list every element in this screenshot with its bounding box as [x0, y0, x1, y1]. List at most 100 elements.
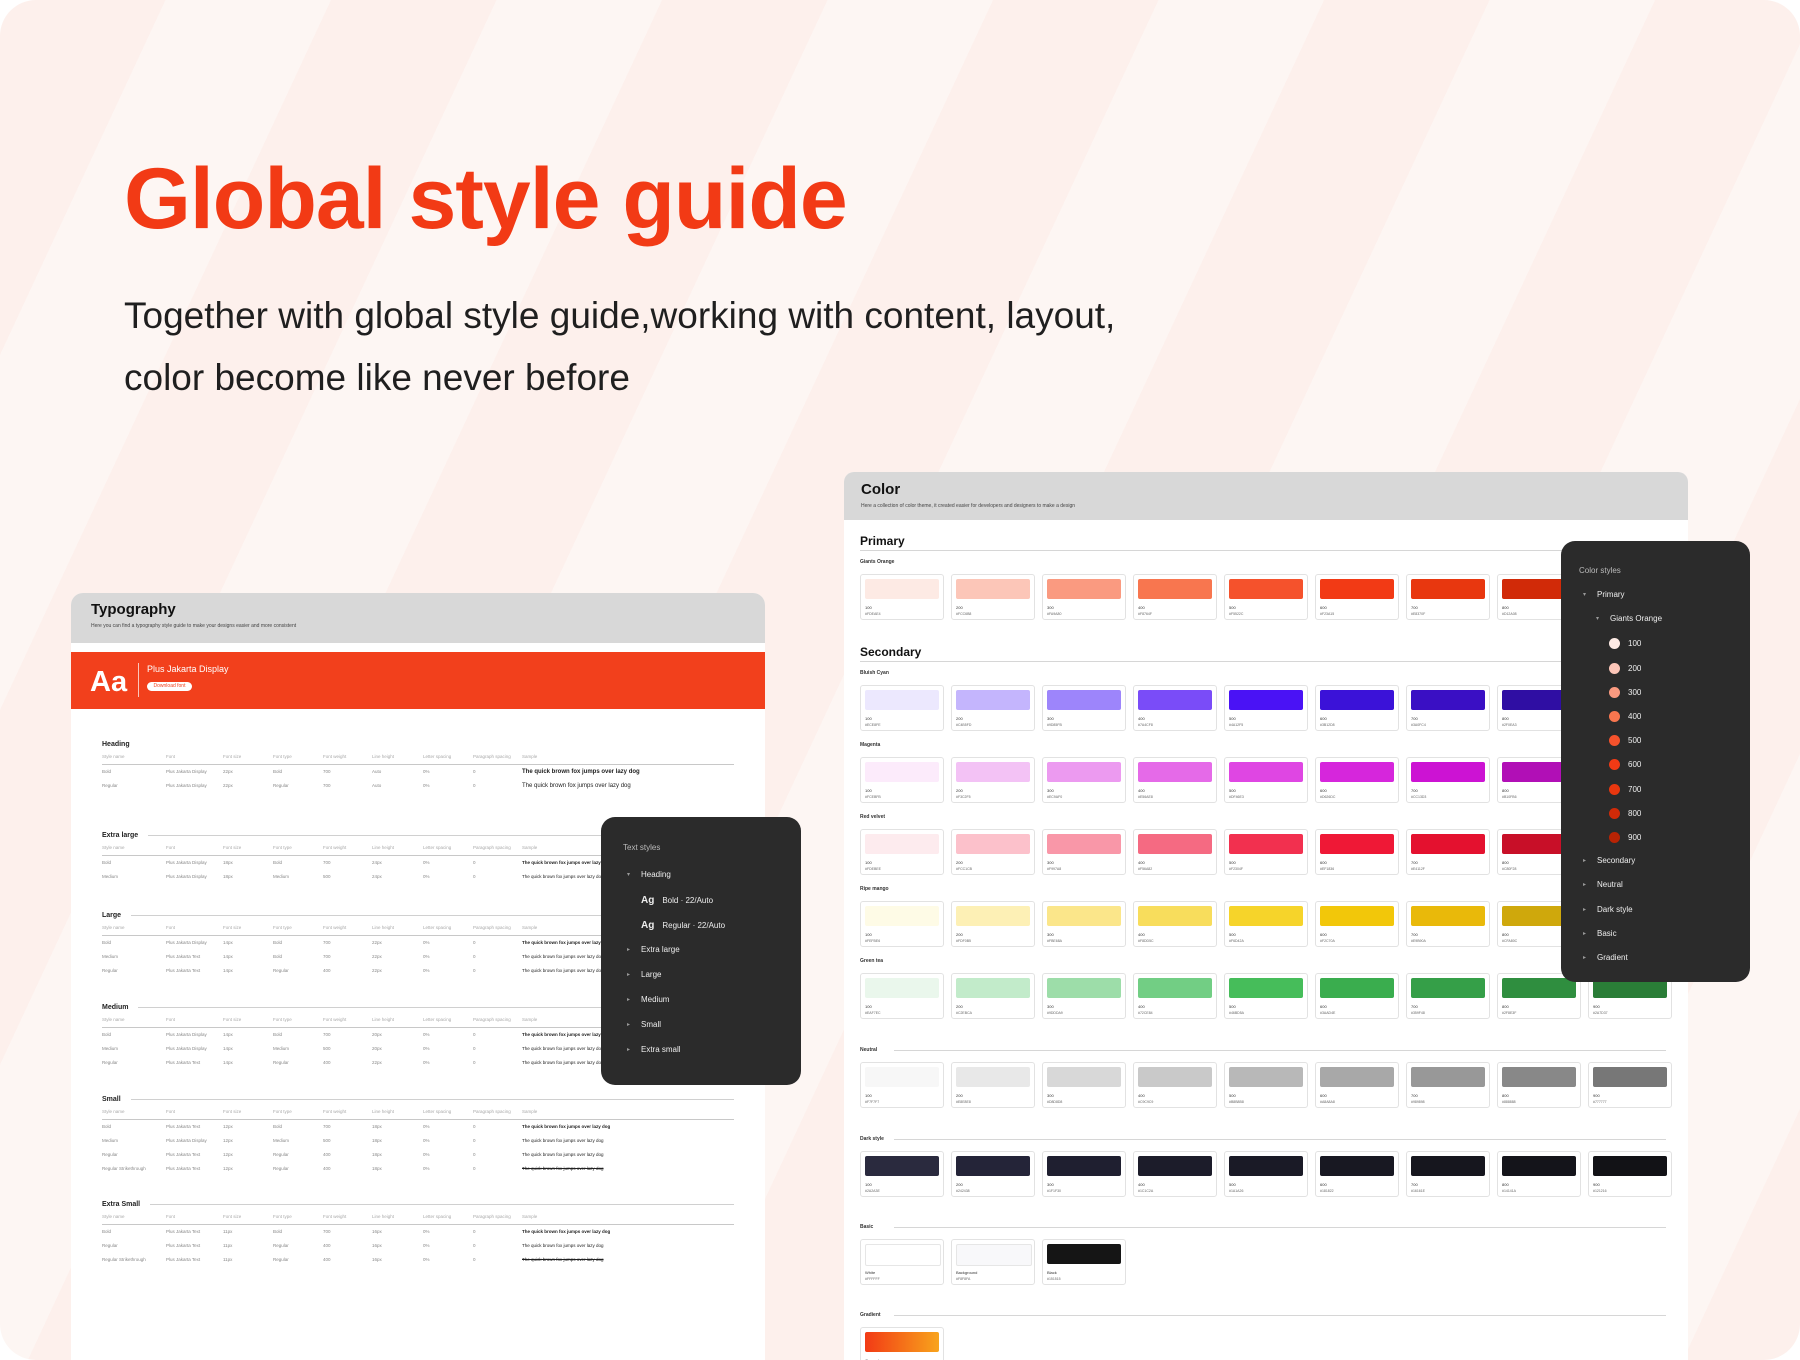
color-swatch: [1047, 834, 1121, 854]
color-style-item[interactable]: 900: [1609, 832, 1641, 843]
color-style-item[interactable]: 600: [1609, 759, 1641, 771]
table-row: Regular Strikethrough Plus Jakarta Text 12…: [102, 1162, 734, 1176]
color-swatch-card[interactable]: Black #151515: [1042, 1239, 1126, 1285]
color-swatch-card[interactable]: 400 #C9C9C9: [1133, 1062, 1217, 1108]
color-swatch: [1138, 1156, 1212, 1176]
color-style-item[interactable]: ▸ Basic: [1583, 929, 1617, 938]
color-swatch-card[interactable]: 100 #ECE8FE: [860, 685, 944, 731]
download-font-button[interactable]: Download font: [147, 682, 192, 691]
color-swatch-card[interactable]: 200 #242438: [951, 1151, 1035, 1197]
swatch-dot: [1609, 759, 1620, 771]
color-swatch-card[interactable]: 100 #FDEAE4: [860, 574, 944, 620]
color-swatch-card[interactable]: 500 #1A1A26: [1224, 1151, 1308, 1197]
color-swatch-card[interactable]: 800 #14141A: [1497, 1151, 1581, 1197]
color-swatch-card[interactable]: 700 #3A0FC4: [1406, 685, 1490, 731]
color-swatch-card[interactable]: 100 #EAF7EC: [860, 973, 944, 1019]
color-swatch-card[interactable]: 400 #E56AE8: [1133, 757, 1217, 803]
color-swatch-card[interactable]: Background #F8F8FA: [951, 1239, 1035, 1285]
color-swatch-card[interactable]: Orangeburn#F23A15: [860, 1327, 944, 1360]
color-swatch-card[interactable]: 300 #9DDDA9: [1042, 973, 1126, 1019]
color-swatch-card[interactable]: 100 #FCEBFB: [860, 757, 944, 803]
color-swatch-card[interactable]: 600 #F2C70A: [1315, 901, 1399, 947]
color-group-label: Bluish Cyan: [860, 670, 889, 676]
text-style-item[interactable]: Ag Regular · 22/Auto: [641, 920, 725, 931]
color-swatch-card[interactable]: 200 #FCC6B8: [951, 574, 1035, 620]
color-swatch-card[interactable]: 200 #C4B5FD: [951, 685, 1035, 731]
color-style-item[interactable]: 300: [1609, 686, 1641, 698]
color-swatch-card[interactable]: 200 #FCC1CB: [951, 829, 1035, 875]
color-swatch-card[interactable]: 300 #F997A8: [1042, 829, 1126, 875]
color-swatch-card[interactable]: 200 #E8E8E8: [951, 1062, 1035, 1108]
color-swatch-card[interactable]: 600 #3B12D8: [1315, 685, 1399, 731]
color-style-item[interactable]: ▾ Primary: [1583, 590, 1625, 599]
color-swatch-card[interactable]: 700 #359F48: [1406, 973, 1490, 1019]
color-swatch-card[interactable]: 100 #F7F7F7: [860, 1062, 944, 1108]
swatch-step: 800: [1502, 1182, 1509, 1187]
color-swatch-card[interactable]: 400 #1C1C2A: [1133, 1151, 1217, 1197]
text-style-item[interactable]: ▸ Large: [627, 970, 661, 979]
color-style-item[interactable]: 700: [1609, 783, 1641, 795]
color-swatch-card[interactable]: 300 #1F1F30: [1042, 1151, 1126, 1197]
swatch-hex: #CC13D3: [1411, 795, 1427, 799]
color-swatch-card[interactable]: 600 #3AAD4E: [1315, 973, 1399, 1019]
color-swatch-card[interactable]: 700 #E8370F: [1406, 574, 1490, 620]
color-swatch-card[interactable]: 500 #46BD5A: [1224, 973, 1308, 1019]
color-swatch-card[interactable]: White #FFFFFF: [860, 1239, 944, 1285]
color-swatch-card[interactable]: 700 #E9B90A: [1406, 901, 1490, 947]
color-swatch-card[interactable]: 400 #72CE84: [1133, 973, 1217, 1019]
color-swatch-card[interactable]: 200 #FDF0B5: [951, 901, 1035, 947]
color-swatch-card[interactable]: 500 #DF46E3: [1224, 757, 1308, 803]
color-swatch-card[interactable]: 300 #FA9A80: [1042, 574, 1126, 620]
color-swatch-card[interactable]: 100 #FEFBE6: [860, 901, 944, 947]
color-style-item[interactable]: 500: [1609, 735, 1641, 747]
color-swatch-card[interactable]: 600 #EF1836: [1315, 829, 1399, 875]
color-swatch-card[interactable]: 300 #D8D8D8: [1042, 1062, 1126, 1108]
color-swatch-card[interactable]: 500 #F6D42A: [1224, 901, 1308, 947]
text-style-item[interactable]: ▸ Extra large: [627, 945, 680, 954]
color-swatch-card[interactable]: 500 #F2304F: [1224, 829, 1308, 875]
color-swatch-card[interactable]: 800 #888888: [1497, 1062, 1581, 1108]
color-style-item[interactable]: 100: [1609, 638, 1641, 650]
color-style-item[interactable]: ▾ Giants Orange: [1596, 614, 1662, 623]
color-style-item[interactable]: 800: [1609, 807, 1641, 819]
color-swatch-card[interactable]: 700 #16161E: [1406, 1151, 1490, 1197]
text-style-item[interactable]: ▾ Heading: [627, 870, 671, 879]
color-swatch-card[interactable]: 500 #B8B8B8: [1224, 1062, 1308, 1108]
color-swatch-card[interactable]: 300 #FBE68A: [1042, 901, 1126, 947]
color-swatch-card[interactable]: 400 #F8DD5C: [1133, 901, 1217, 947]
color-swatch-card[interactable]: 600 #181822: [1315, 1151, 1399, 1197]
color-swatch-card[interactable]: 600 #A8A8A8: [1315, 1062, 1399, 1108]
table-cell: 0: [473, 1152, 476, 1157]
color-swatch-card[interactable]: 700 #989898: [1406, 1062, 1490, 1108]
color-swatch: [1138, 579, 1212, 599]
color-style-item[interactable]: ▸ Neutral: [1583, 880, 1623, 889]
text-style-item[interactable]: ▸ Small: [627, 1020, 661, 1029]
table-cell: Regular: [102, 1243, 118, 1248]
color-style-item[interactable]: ▸ Dark style: [1583, 905, 1633, 914]
color-swatch-card[interactable]: 300 #9D85FB: [1042, 685, 1126, 731]
color-swatch-card[interactable]: 300 #EC9AF0: [1042, 757, 1126, 803]
color-swatch-card[interactable]: 900 #121216: [1588, 1151, 1672, 1197]
color-swatch-card[interactable]: 500 #F5522C: [1224, 574, 1308, 620]
table-cell: 14px: [223, 1060, 233, 1065]
color-swatch-card[interactable]: 600 #F23A15: [1315, 574, 1399, 620]
text-style-item[interactable]: Ag Bold · 22/Auto: [641, 895, 713, 906]
color-swatch-card[interactable]: 700 #CC13D3: [1406, 757, 1490, 803]
color-style-item[interactable]: 400: [1609, 711, 1641, 722]
color-swatch-card[interactable]: 400 #F56A82: [1133, 829, 1217, 875]
text-style-item[interactable]: ▸ Extra small: [627, 1045, 681, 1054]
color-style-item[interactable]: ▸ Gradient: [1583, 953, 1628, 962]
color-swatch-card[interactable]: 600 #D626DC: [1315, 757, 1399, 803]
color-swatch-card[interactable]: 200 #F3C2F5: [951, 757, 1035, 803]
color-swatch-card[interactable]: 100 #FDEBEE: [860, 829, 944, 875]
color-swatch-card[interactable]: 700 #E4112F: [1406, 829, 1490, 875]
color-swatch-card[interactable]: 200 #C2EBCA: [951, 973, 1035, 1019]
color-style-item[interactable]: 200: [1609, 662, 1641, 674]
color-swatch-card[interactable]: 400 #7A4CF8: [1133, 685, 1217, 731]
color-swatch-card[interactable]: 900 #777777: [1588, 1062, 1672, 1108]
color-style-item[interactable]: ▸ Secondary: [1583, 856, 1635, 865]
text-style-item[interactable]: ▸ Medium: [627, 995, 669, 1004]
color-swatch-card[interactable]: 100 #2A2A3E: [860, 1151, 944, 1197]
color-swatch-card[interactable]: 400 #F8764F: [1133, 574, 1217, 620]
color-swatch-card[interactable]: 500 #4A12F5: [1224, 685, 1308, 731]
